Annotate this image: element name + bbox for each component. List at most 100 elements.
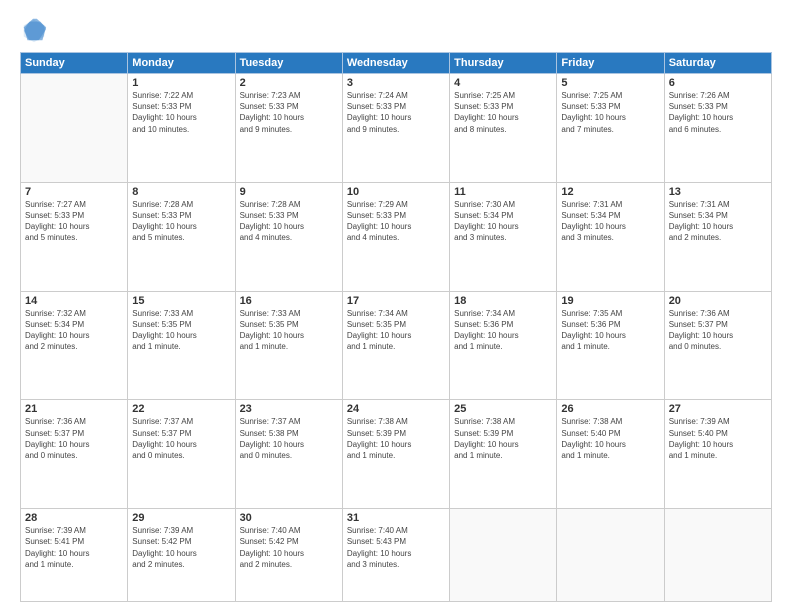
day-number: 13 (669, 186, 767, 198)
day-number: 7 (25, 186, 123, 198)
weekday-header-row: SundayMondayTuesdayWednesdayThursdayFrid… (21, 53, 772, 74)
calendar-cell: 16Sunrise: 7:33 AM Sunset: 5:35 PM Dayli… (235, 291, 342, 400)
day-info: Sunrise: 7:29 AM Sunset: 5:33 PM Dayligh… (347, 199, 445, 244)
day-number: 30 (240, 512, 338, 524)
day-number: 20 (669, 295, 767, 307)
calendar-cell (21, 74, 128, 183)
calendar-cell: 5Sunrise: 7:25 AM Sunset: 5:33 PM Daylig… (557, 74, 664, 183)
day-info: Sunrise: 7:38 AM Sunset: 5:39 PM Dayligh… (347, 416, 445, 461)
calendar-week-4: 21Sunrise: 7:36 AM Sunset: 5:37 PM Dayli… (21, 400, 772, 509)
weekday-header-monday: Monday (128, 53, 235, 74)
day-info: Sunrise: 7:40 AM Sunset: 5:42 PM Dayligh… (240, 525, 338, 570)
day-number: 3 (347, 77, 445, 89)
day-info: Sunrise: 7:40 AM Sunset: 5:43 PM Dayligh… (347, 525, 445, 570)
day-info: Sunrise: 7:25 AM Sunset: 5:33 PM Dayligh… (561, 90, 659, 135)
day-number: 17 (347, 295, 445, 307)
calendar-cell: 6Sunrise: 7:26 AM Sunset: 5:33 PM Daylig… (664, 74, 771, 183)
calendar-cell: 9Sunrise: 7:28 AM Sunset: 5:33 PM Daylig… (235, 182, 342, 291)
calendar-cell: 10Sunrise: 7:29 AM Sunset: 5:33 PM Dayli… (342, 182, 449, 291)
calendar-cell: 11Sunrise: 7:30 AM Sunset: 5:34 PM Dayli… (450, 182, 557, 291)
day-info: Sunrise: 7:34 AM Sunset: 5:36 PM Dayligh… (454, 308, 552, 353)
calendar-cell: 29Sunrise: 7:39 AM Sunset: 5:42 PM Dayli… (128, 509, 235, 602)
calendar-cell: 18Sunrise: 7:34 AM Sunset: 5:36 PM Dayli… (450, 291, 557, 400)
day-number: 2 (240, 77, 338, 89)
day-number: 9 (240, 186, 338, 198)
weekday-header-sunday: Sunday (21, 53, 128, 74)
calendar-week-3: 14Sunrise: 7:32 AM Sunset: 5:34 PM Dayli… (21, 291, 772, 400)
day-number: 6 (669, 77, 767, 89)
day-number: 26 (561, 403, 659, 415)
calendar-cell: 24Sunrise: 7:38 AM Sunset: 5:39 PM Dayli… (342, 400, 449, 509)
calendar-cell: 27Sunrise: 7:39 AM Sunset: 5:40 PM Dayli… (664, 400, 771, 509)
weekday-header-wednesday: Wednesday (342, 53, 449, 74)
day-info: Sunrise: 7:33 AM Sunset: 5:35 PM Dayligh… (240, 308, 338, 353)
day-info: Sunrise: 7:37 AM Sunset: 5:38 PM Dayligh… (240, 416, 338, 461)
day-number: 8 (132, 186, 230, 198)
day-number: 25 (454, 403, 552, 415)
day-info: Sunrise: 7:31 AM Sunset: 5:34 PM Dayligh… (669, 199, 767, 244)
calendar-cell: 2Sunrise: 7:23 AM Sunset: 5:33 PM Daylig… (235, 74, 342, 183)
day-info: Sunrise: 7:35 AM Sunset: 5:36 PM Dayligh… (561, 308, 659, 353)
calendar-table: SundayMondayTuesdayWednesdayThursdayFrid… (20, 52, 772, 602)
logo-icon (20, 16, 48, 44)
day-number: 16 (240, 295, 338, 307)
calendar-cell: 8Sunrise: 7:28 AM Sunset: 5:33 PM Daylig… (128, 182, 235, 291)
day-number: 29 (132, 512, 230, 524)
calendar-cell (557, 509, 664, 602)
day-number: 22 (132, 403, 230, 415)
day-info: Sunrise: 7:28 AM Sunset: 5:33 PM Dayligh… (132, 199, 230, 244)
calendar-cell: 30Sunrise: 7:40 AM Sunset: 5:42 PM Dayli… (235, 509, 342, 602)
calendar-cell: 21Sunrise: 7:36 AM Sunset: 5:37 PM Dayli… (21, 400, 128, 509)
day-number: 27 (669, 403, 767, 415)
day-number: 1 (132, 77, 230, 89)
day-info: Sunrise: 7:36 AM Sunset: 5:37 PM Dayligh… (669, 308, 767, 353)
weekday-header-thursday: Thursday (450, 53, 557, 74)
calendar-cell: 17Sunrise: 7:34 AM Sunset: 5:35 PM Dayli… (342, 291, 449, 400)
day-info: Sunrise: 7:30 AM Sunset: 5:34 PM Dayligh… (454, 199, 552, 244)
calendar-week-5: 28Sunrise: 7:39 AM Sunset: 5:41 PM Dayli… (21, 509, 772, 602)
day-info: Sunrise: 7:36 AM Sunset: 5:37 PM Dayligh… (25, 416, 123, 461)
day-number: 21 (25, 403, 123, 415)
calendar-cell: 22Sunrise: 7:37 AM Sunset: 5:37 PM Dayli… (128, 400, 235, 509)
day-info: Sunrise: 7:22 AM Sunset: 5:33 PM Dayligh… (132, 90, 230, 135)
weekday-header-saturday: Saturday (664, 53, 771, 74)
day-info: Sunrise: 7:28 AM Sunset: 5:33 PM Dayligh… (240, 199, 338, 244)
day-number: 23 (240, 403, 338, 415)
calendar-cell: 20Sunrise: 7:36 AM Sunset: 5:37 PM Dayli… (664, 291, 771, 400)
calendar-cell: 15Sunrise: 7:33 AM Sunset: 5:35 PM Dayli… (128, 291, 235, 400)
day-info: Sunrise: 7:39 AM Sunset: 5:42 PM Dayligh… (132, 525, 230, 570)
weekday-header-tuesday: Tuesday (235, 53, 342, 74)
day-info: Sunrise: 7:27 AM Sunset: 5:33 PM Dayligh… (25, 199, 123, 244)
day-number: 4 (454, 77, 552, 89)
calendar-cell: 12Sunrise: 7:31 AM Sunset: 5:34 PM Dayli… (557, 182, 664, 291)
day-info: Sunrise: 7:25 AM Sunset: 5:33 PM Dayligh… (454, 90, 552, 135)
day-info: Sunrise: 7:34 AM Sunset: 5:35 PM Dayligh… (347, 308, 445, 353)
day-number: 15 (132, 295, 230, 307)
weekday-header-friday: Friday (557, 53, 664, 74)
day-number: 28 (25, 512, 123, 524)
day-number: 18 (454, 295, 552, 307)
day-number: 11 (454, 186, 552, 198)
calendar-cell: 14Sunrise: 7:32 AM Sunset: 5:34 PM Dayli… (21, 291, 128, 400)
calendar-cell: 26Sunrise: 7:38 AM Sunset: 5:40 PM Dayli… (557, 400, 664, 509)
day-number: 19 (561, 295, 659, 307)
day-info: Sunrise: 7:26 AM Sunset: 5:33 PM Dayligh… (669, 90, 767, 135)
day-number: 24 (347, 403, 445, 415)
calendar-cell (664, 509, 771, 602)
day-info: Sunrise: 7:37 AM Sunset: 5:37 PM Dayligh… (132, 416, 230, 461)
calendar-cell: 25Sunrise: 7:38 AM Sunset: 5:39 PM Dayli… (450, 400, 557, 509)
day-number: 5 (561, 77, 659, 89)
day-info: Sunrise: 7:33 AM Sunset: 5:35 PM Dayligh… (132, 308, 230, 353)
day-info: Sunrise: 7:38 AM Sunset: 5:40 PM Dayligh… (561, 416, 659, 461)
day-info: Sunrise: 7:39 AM Sunset: 5:41 PM Dayligh… (25, 525, 123, 570)
calendar-cell: 31Sunrise: 7:40 AM Sunset: 5:43 PM Dayli… (342, 509, 449, 602)
day-info: Sunrise: 7:24 AM Sunset: 5:33 PM Dayligh… (347, 90, 445, 135)
calendar-cell (450, 509, 557, 602)
calendar-cell: 4Sunrise: 7:25 AM Sunset: 5:33 PM Daylig… (450, 74, 557, 183)
day-number: 31 (347, 512, 445, 524)
header (20, 16, 772, 44)
calendar-week-1: 1Sunrise: 7:22 AM Sunset: 5:33 PM Daylig… (21, 74, 772, 183)
calendar-cell: 1Sunrise: 7:22 AM Sunset: 5:33 PM Daylig… (128, 74, 235, 183)
calendar-cell: 13Sunrise: 7:31 AM Sunset: 5:34 PM Dayli… (664, 182, 771, 291)
day-info: Sunrise: 7:32 AM Sunset: 5:34 PM Dayligh… (25, 308, 123, 353)
